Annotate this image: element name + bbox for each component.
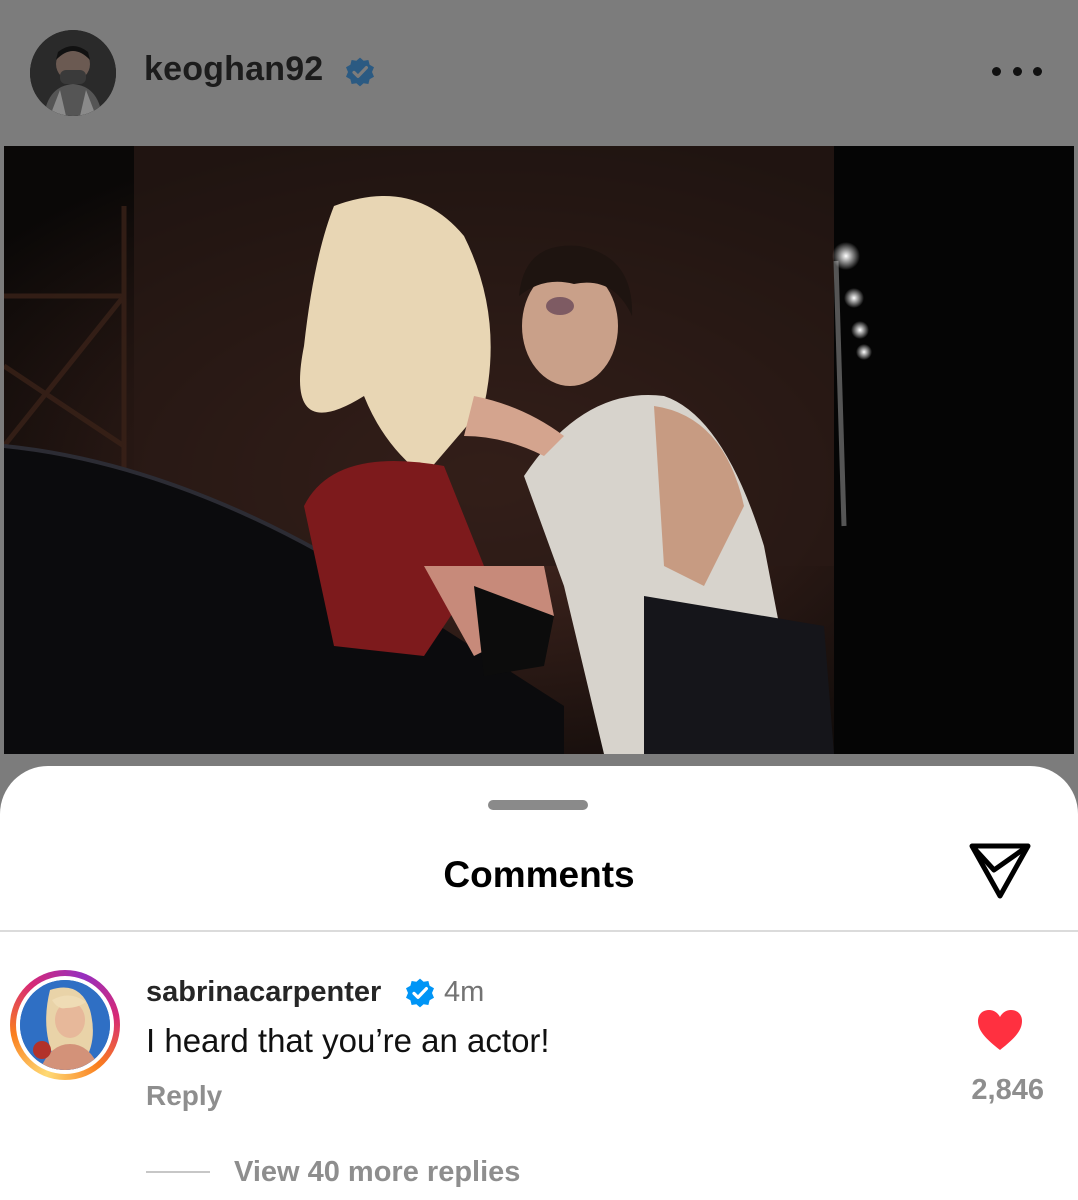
comment-timestamp: 4m (444, 976, 485, 1008)
instagram-post-screen: keoghan92 Comments sabrinacarpenter 4m I… (0, 0, 1078, 1200)
comment-text: I heard that you’re an actor! (146, 1022, 550, 1059)
commenter-avatar[interactable] (20, 980, 110, 1070)
heart-icon[interactable] (976, 1008, 1024, 1052)
more-options-icon[interactable] (992, 58, 1042, 84)
post-image (4, 146, 1074, 754)
view-replies-button[interactable]: View 40 more replies (234, 1156, 520, 1189)
post-author-username[interactable]: keoghan92 (144, 50, 323, 89)
verified-badge-icon (406, 978, 434, 1008)
commenter-username[interactable]: sabrinacarpenter (146, 976, 381, 1009)
sheet-drag-handle[interactable] (488, 800, 588, 810)
reply-button[interactable]: Reply (146, 1080, 222, 1112)
paper-plane-icon[interactable] (968, 840, 1032, 900)
verified-badge-icon (346, 57, 374, 87)
post-author-avatar[interactable] (30, 30, 116, 116)
replies-divider-line (146, 1171, 210, 1173)
story-ring[interactable] (10, 970, 120, 1080)
sheet-divider (0, 930, 1078, 932)
post-header: keoghan92 (0, 0, 1078, 146)
sheet-title: Comments (443, 854, 635, 895)
like-count: 2,846 (971, 1074, 1044, 1106)
